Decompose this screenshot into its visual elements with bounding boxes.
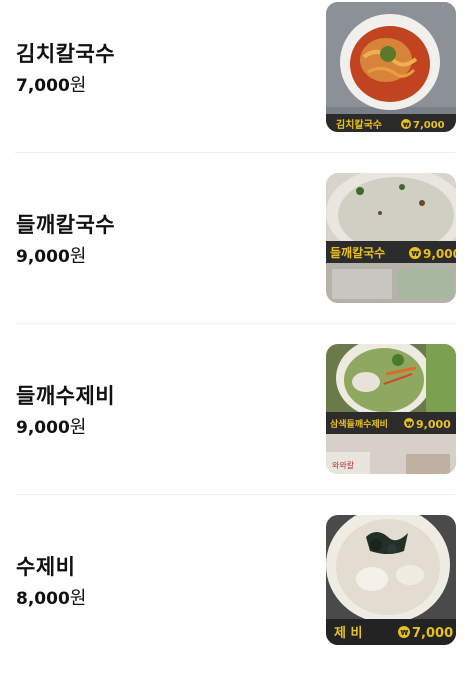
menu-item-photo[interactable]: 김치칼국수 ₩ 7,000 xyxy=(326,2,456,132)
price-unit: 원 xyxy=(69,417,87,438)
photo-caption: 삼색들깨수제비 xyxy=(330,418,388,430)
price-amount: 9,000 xyxy=(16,418,70,438)
price-amount: 8,000 xyxy=(16,589,70,609)
menu-item-price: 8,000원 xyxy=(16,584,86,610)
photo-price: 9,000 xyxy=(423,247,456,261)
menu-list: 김치칼국수 7,000원 김치칼국수 ₩ 7,000 들깨칼국수 9,000원 … xyxy=(0,0,465,657)
menu-item-kimchi-kalguksu[interactable]: 김치칼국수 7,000원 김치칼국수 ₩ 7,000 xyxy=(0,0,465,171)
won-icon: ₩ xyxy=(401,629,409,637)
menu-item-photo[interactable]: 들깨칼국수 ₩ 9,000 xyxy=(326,173,456,303)
price-amount: 9,000 xyxy=(16,247,70,267)
photo-price: 7,000 xyxy=(413,120,445,131)
photo-price: 9,000 xyxy=(416,418,451,431)
price-unit: 원 xyxy=(69,75,87,96)
photo-caption: 김치칼국수 xyxy=(336,118,382,131)
menu-item-perilla-sujebi[interactable]: 들깨수제비 9,000원 삼색들깨수제비 ₩ 9,000 와와칼 xyxy=(0,342,465,513)
menu-item-name: 수제비 xyxy=(16,555,76,579)
photo-sub-caption: 와와칼 xyxy=(332,460,355,470)
menu-item-sujebi[interactable]: 수제비 8,000원 제 비 ₩ 7,000 xyxy=(0,513,465,684)
won-icon: ₩ xyxy=(406,421,413,428)
price-unit: 원 xyxy=(69,246,87,267)
divider xyxy=(15,323,455,324)
menu-item-price: 7,000원 xyxy=(16,71,86,97)
menu-item-name: 김치칼국수 xyxy=(16,42,116,66)
divider xyxy=(15,494,455,495)
photo-caption: 들깨칼국수 xyxy=(330,246,385,260)
menu-item-price: 9,000원 xyxy=(16,413,86,439)
divider xyxy=(15,152,455,153)
menu-item-photo[interactable]: 제 비 ₩ 7,000 xyxy=(326,515,456,645)
menu-item-perilla-kalguksu[interactable]: 들깨칼국수 9,000원 들깨칼국수 ₩ 9,000 xyxy=(0,171,465,342)
won-icon: ₩ xyxy=(412,250,420,258)
menu-item-name: 들깨수제비 xyxy=(16,384,116,408)
price-amount: 7,000 xyxy=(16,76,70,96)
menu-item-name: 들깨칼국수 xyxy=(16,213,116,237)
menu-item-price: 9,000원 xyxy=(16,242,86,268)
won-icon: ₩ xyxy=(403,122,410,129)
photo-caption: 제 비 xyxy=(334,626,362,641)
menu-item-photo[interactable]: 삼색들깨수제비 ₩ 9,000 와와칼 xyxy=(326,344,456,474)
price-unit: 원 xyxy=(69,588,87,609)
photo-price: 7,000 xyxy=(412,626,453,641)
